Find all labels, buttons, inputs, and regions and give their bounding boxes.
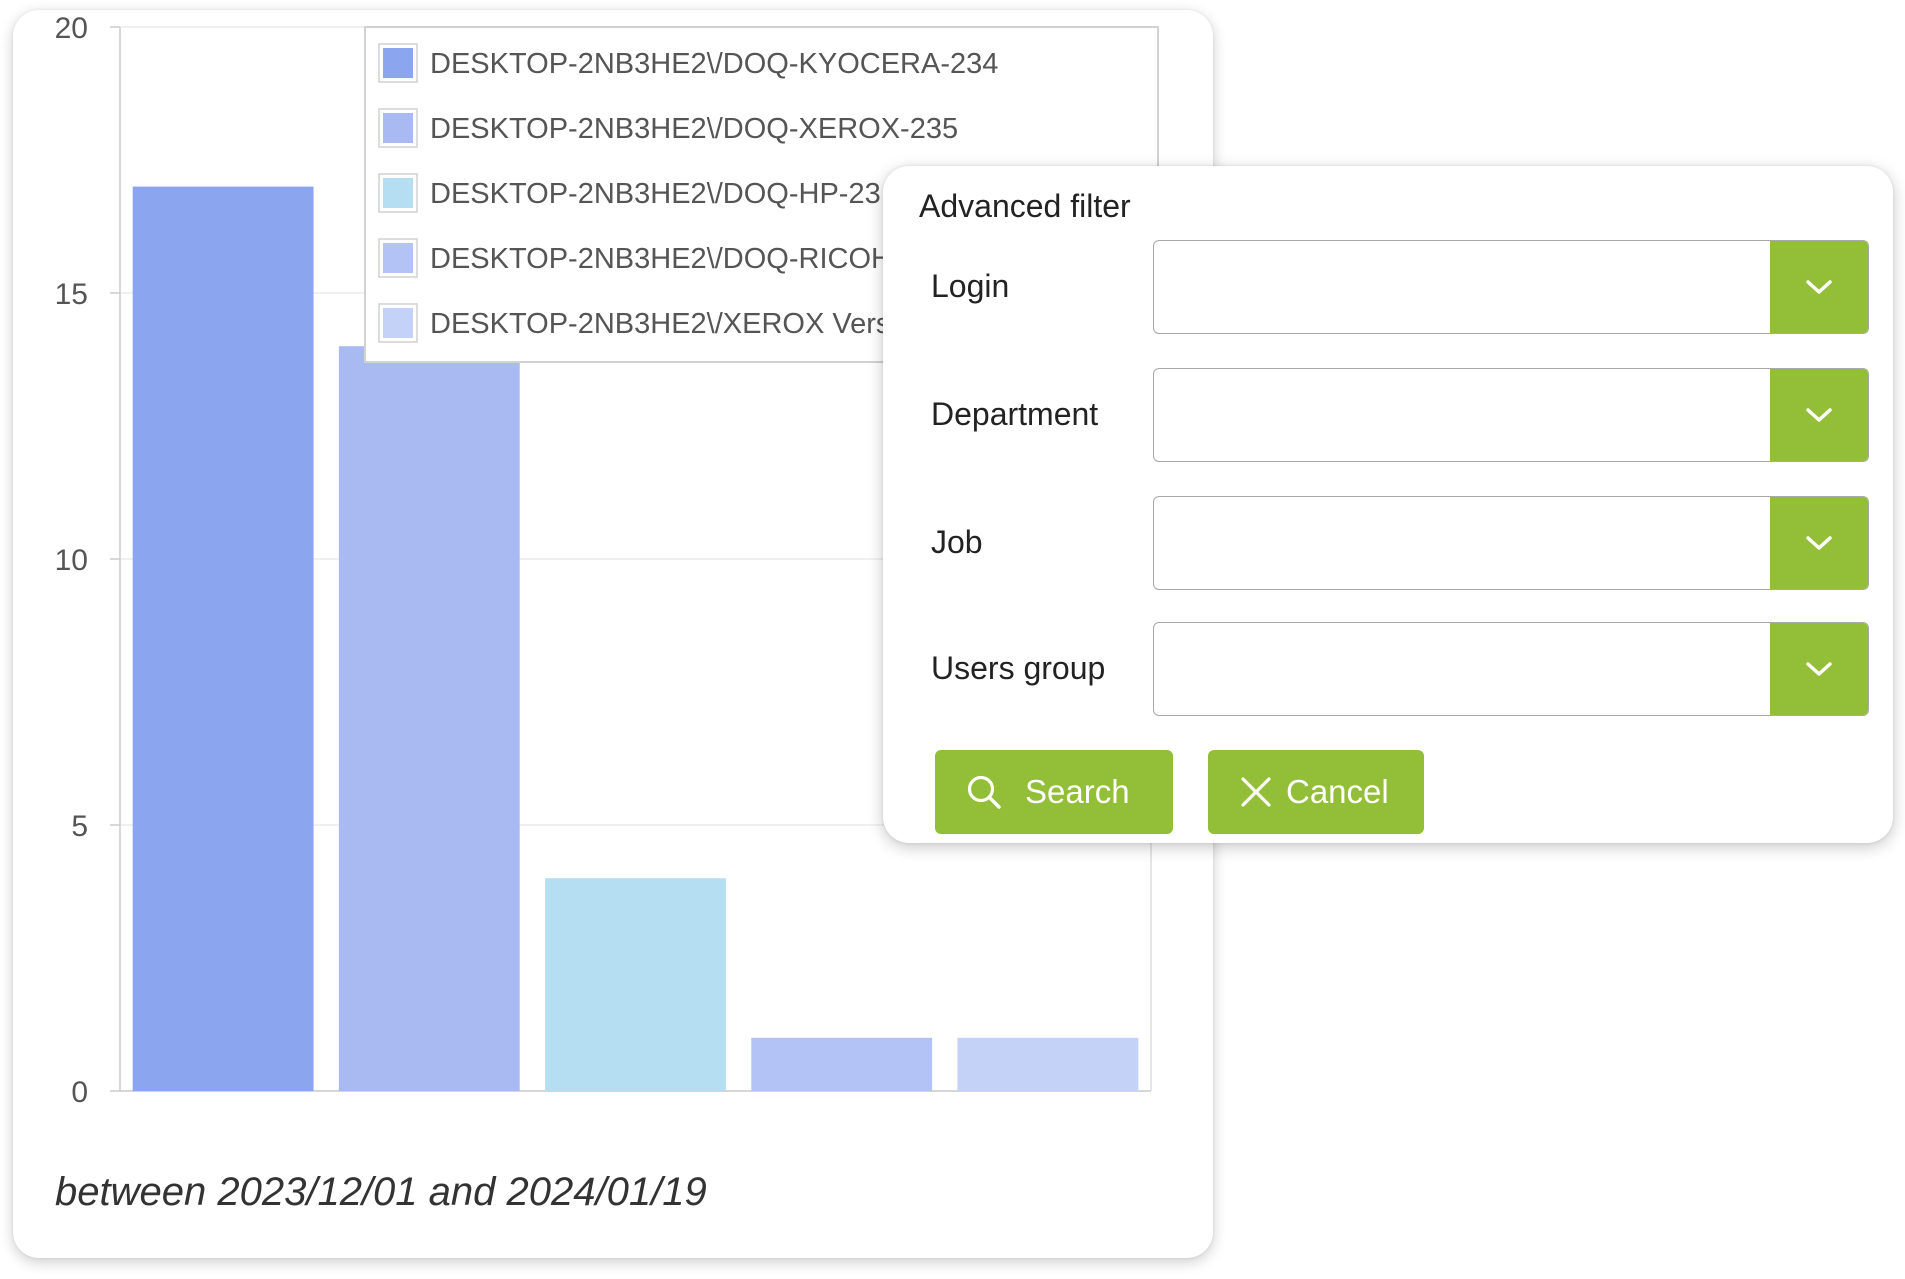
department-dropdown-button[interactable] <box>1770 369 1868 461</box>
search-button-label: Search <box>1025 773 1130 810</box>
legend-swatch <box>383 48 413 78</box>
job-dropdown-button[interactable] <box>1770 497 1868 589</box>
legend-swatch <box>383 113 413 143</box>
login-dropdown-button[interactable] <box>1770 241 1868 333</box>
department-row: Department <box>883 368 1893 462</box>
legend-swatch <box>383 308 413 338</box>
y-tick-label: 5 <box>71 810 88 843</box>
legend-label: DESKTOP-2NB3HE2\/DOQ-KYOCERA-234 <box>430 48 998 80</box>
legend-label: DESKTOP-2NB3HE2\/DOQ-HP-23 <box>430 178 881 210</box>
department-label: Department <box>931 396 1099 432</box>
bar <box>957 1037 1139 1091</box>
cancel-button[interactable]: Cancel <box>1208 750 1424 834</box>
date-range-caption: between 2023/12/01 and 2024/01/19 <box>55 1170 707 1214</box>
department-combobox <box>1153 368 1869 462</box>
legend-label: DESKTOP-2NB3HE2\/DOQ-XEROX-235 <box>430 113 958 145</box>
legend-label: DESKTOP-2NB3HE2\/XEROX Vers <box>430 308 890 340</box>
bar <box>132 186 314 1092</box>
login-input[interactable] <box>1154 241 1770 332</box>
login-label: Login <box>931 268 1010 304</box>
job-label: Job <box>931 524 983 560</box>
filter-title: Advanced filter <box>919 188 1131 224</box>
job-row: Job <box>883 496 1893 590</box>
legend-swatch <box>383 243 413 273</box>
bar <box>751 1037 933 1091</box>
bar <box>338 346 520 1091</box>
users-group-combobox <box>1153 622 1869 716</box>
close-icon <box>1240 776 1272 808</box>
users-group-dropdown-button[interactable] <box>1770 623 1868 715</box>
y-tick-label: 15 <box>55 278 88 311</box>
y-tick-label: 20 <box>55 12 88 45</box>
job-combobox <box>1153 496 1869 590</box>
legend-label: DESKTOP-2NB3HE2\/DOQ-RICOH <box>430 243 892 275</box>
users-group-input[interactable] <box>1154 623 1770 714</box>
job-input[interactable] <box>1154 497 1770 588</box>
login-combobox <box>1153 240 1869 334</box>
advanced-filter-panel: Advanced filter Login Department Job Use… <box>883 166 1893 843</box>
bar <box>545 878 726 1091</box>
chevron-down-icon <box>1806 280 1832 294</box>
search-button[interactable]: Search <box>935 750 1173 834</box>
login-row: Login <box>883 240 1893 334</box>
legend-swatch <box>383 178 413 208</box>
chevron-down-icon <box>1806 536 1832 550</box>
search-icon <box>965 773 1003 811</box>
y-tick-label: 10 <box>55 544 88 577</box>
users-group-label: Users group <box>931 650 1106 686</box>
chevron-down-icon <box>1806 662 1832 676</box>
department-input[interactable] <box>1154 369 1770 460</box>
cancel-button-label: Cancel <box>1286 773 1389 810</box>
users-group-row: Users group <box>883 622 1893 716</box>
chevron-down-icon <box>1806 408 1832 422</box>
y-tick-label: 0 <box>71 1076 88 1109</box>
